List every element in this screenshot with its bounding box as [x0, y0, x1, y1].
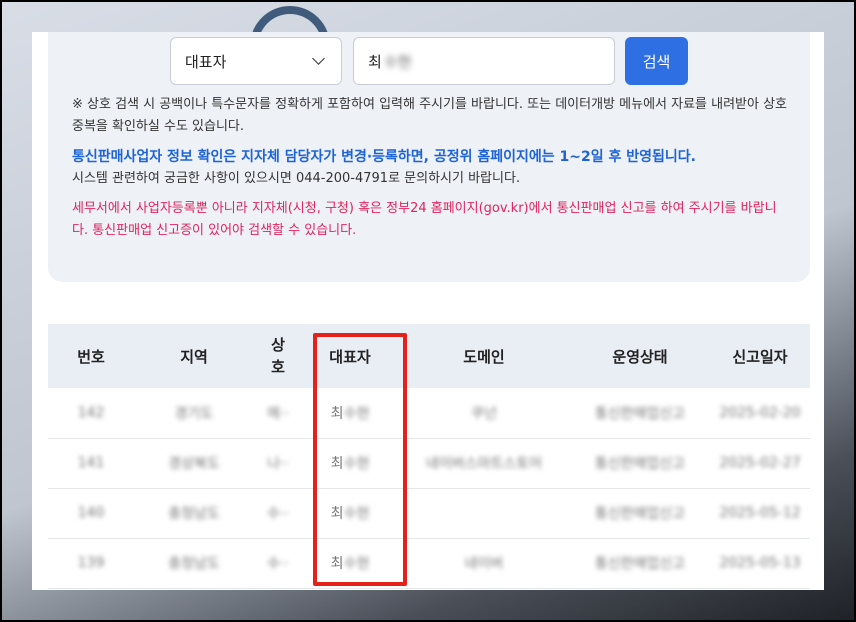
header-number: 번호	[77, 347, 105, 366]
search-panel: 대표자 최 수현 검색 ※ 상호 검색 시 공백이나 특수문자를 정확하게 포함하…	[48, 32, 810, 282]
cell-date: 2025-05-13	[719, 555, 801, 571]
notes-red-notice: 세무서에서 사업자등록뿐 아니라 지자체(시청, 구청) 혹은 정부24 홈페이…	[72, 201, 777, 238]
table-header-row: 번호 지역 상호 대표자 도메인 운영상태 신고일자	[48, 324, 810, 388]
cell-rep-redacted: 수현	[343, 506, 370, 522]
table-row[interactable]: 140 충청남도 수·· 최수현 통신판매업신고 2025-05-12	[48, 488, 810, 538]
notes-blue-notice: 통신판매사업자 정보 확인은 지자체 담당자가 변경·등록하면, 공정위 홈페이…	[72, 149, 696, 165]
search-field-select[interactable]: 대표자	[170, 37, 342, 85]
cell-rep: 최	[330, 456, 344, 472]
search-page: 대표자 최 수현 검색 ※ 상호 검색 시 공백이나 특수문자를 정확하게 포함하…	[32, 32, 824, 590]
cell-name[interactable]: 에··	[267, 406, 289, 422]
cell-date: 2025-05-12	[719, 505, 801, 521]
header-status: 운영상태	[612, 347, 668, 366]
cell-number: 142	[77, 404, 105, 421]
notes-line-1: ※ 상호 검색 시 공백이나 특수문자를 정확하게 포함하여 입력해 주시기를 …	[72, 97, 788, 134]
cell-region: 경상북도	[168, 456, 220, 472]
cell-domain: 네이버스마트스토어	[426, 456, 542, 472]
results-table-wrap: 번호 지역 상호 대표자 도메인 운영상태 신고일자 142 경기도 에·· 최…	[48, 324, 810, 589]
cell-rep-redacted: 수현	[343, 405, 370, 422]
table-row[interactable]: 139 충청남도 수·· 최수현 네이버 통신판매업신고 2025-05-13	[48, 538, 810, 588]
cell-region: 충청남도	[168, 506, 220, 522]
cell-number: 140	[77, 505, 105, 521]
cell-rep: 최	[330, 506, 344, 522]
cell-rep-redacted: 수현	[343, 556, 370, 572]
search-field-select-label: 대표자	[185, 52, 227, 71]
header-name-text: 상호	[271, 336, 285, 376]
cell-rep-redacted: 수현	[343, 456, 370, 472]
search-notes: ※ 상호 검색 시 공백이나 특수문자를 정확하게 포함하여 입력해 주시기를 …	[72, 94, 792, 250]
cell-domain: 네이버	[464, 556, 504, 572]
search-button[interactable]: 검색	[625, 37, 688, 85]
cell-name[interactable]: 수··	[267, 556, 289, 572]
header-region: 지역	[180, 347, 208, 366]
cell-date: 2025-02-27	[719, 455, 801, 471]
header-domain: 도메인	[463, 347, 505, 366]
search-input-redacted: 수현	[383, 52, 412, 71]
header-date: 신고일자	[732, 347, 788, 366]
cell-status: 통신판매업신고	[594, 506, 686, 522]
search-input[interactable]: 최 수현	[353, 37, 615, 85]
cell-number: 139	[77, 555, 105, 571]
cell-rep: 최	[330, 405, 344, 422]
table-row[interactable]: 142 경기도 에·· 최수현 쿠넌 통신판매업신고 2025-02-20	[48, 388, 810, 438]
table-row[interactable]: 141 경상북도 나·· 최수현 네이버스마트스토어 통신판매업신고 2025-…	[48, 438, 810, 488]
cell-status: 통신판매업신고	[594, 556, 686, 572]
results-table: 번호 지역 상호 대표자 도메인 운영상태 신고일자 142 경기도 에·· 최…	[48, 324, 810, 589]
chevron-down-icon	[312, 52, 325, 65]
notes-line-2: 시스템 관련하여 궁금한 사항이 있으시면 044-200-4791로 문의하시…	[72, 171, 521, 186]
header-name: 상호	[254, 324, 302, 388]
cell-domain: 쿠넌	[471, 405, 497, 422]
cell-date: 2025-02-20	[719, 404, 801, 421]
cell-rep: 최	[330, 556, 344, 572]
cell-name[interactable]: 나··	[267, 456, 289, 472]
cell-number: 141	[77, 455, 105, 471]
cell-status: 통신판매업신고	[594, 405, 686, 422]
cell-region: 경기도	[174, 405, 214, 422]
cell-name[interactable]: 수··	[267, 506, 289, 522]
cell-region: 충청남도	[168, 556, 220, 572]
header-representative: 대표자	[329, 347, 371, 366]
search-input-value: 최	[368, 52, 382, 71]
cell-status: 통신판매업신고	[594, 456, 686, 472]
